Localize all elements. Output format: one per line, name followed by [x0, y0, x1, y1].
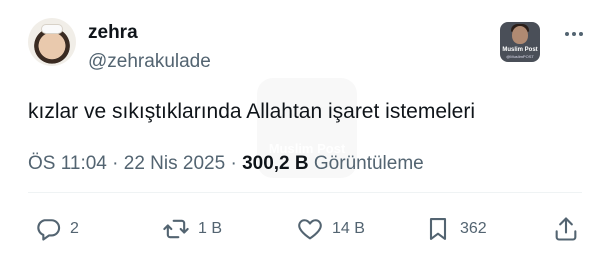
reply-button[interactable]: 2 [34, 212, 79, 246]
bookmark-button[interactable]: 362 [424, 212, 487, 246]
reply-icon [37, 219, 61, 241]
brand-badge-logo-text: Muslim Post [502, 47, 538, 53]
tweet-meta: ÖS 11:04 · 22 Nis 2025 · 300,2 B Görüntü… [28, 151, 424, 177]
retweet-count: 1 B [198, 220, 223, 237]
tweet-date[interactable]: 22 Nis 2025 [124, 153, 225, 174]
more-options-button[interactable] [558, 22, 590, 46]
bookmark-count: 362 [460, 220, 487, 237]
like-count: 14 B [332, 220, 365, 237]
share-button[interactable] [552, 212, 580, 246]
share-icon [555, 217, 577, 241]
more-icon [565, 32, 569, 36]
author-handle[interactable]: @zehrakulade [88, 50, 211, 74]
views-label: Görüntüleme [313, 153, 424, 174]
brand-badge-logo-sub: @MuslimPOST [506, 54, 534, 59]
reply-count: 2 [70, 220, 79, 237]
meta-separator: · [112, 153, 119, 174]
tweet-text: kızlar ve sıkıştıklarında Allahtan işare… [28, 100, 476, 123]
divider [28, 192, 582, 193]
author-avatar[interactable] [28, 18, 76, 66]
tweet-time[interactable]: ÖS 11:04 [28, 153, 107, 174]
author-display-name[interactable]: zehra [88, 21, 138, 45]
retweet-icon [163, 219, 189, 239]
bookmark-icon [429, 218, 447, 240]
views-count: 300,2 B [242, 153, 309, 174]
like-button[interactable]: 14 B [296, 212, 365, 246]
brand-badge: Muslim Post @MuslimPOST [500, 22, 540, 62]
meta-separator: · [230, 153, 237, 174]
like-icon [298, 219, 322, 240]
retweet-button[interactable]: 1 B [162, 212, 222, 246]
